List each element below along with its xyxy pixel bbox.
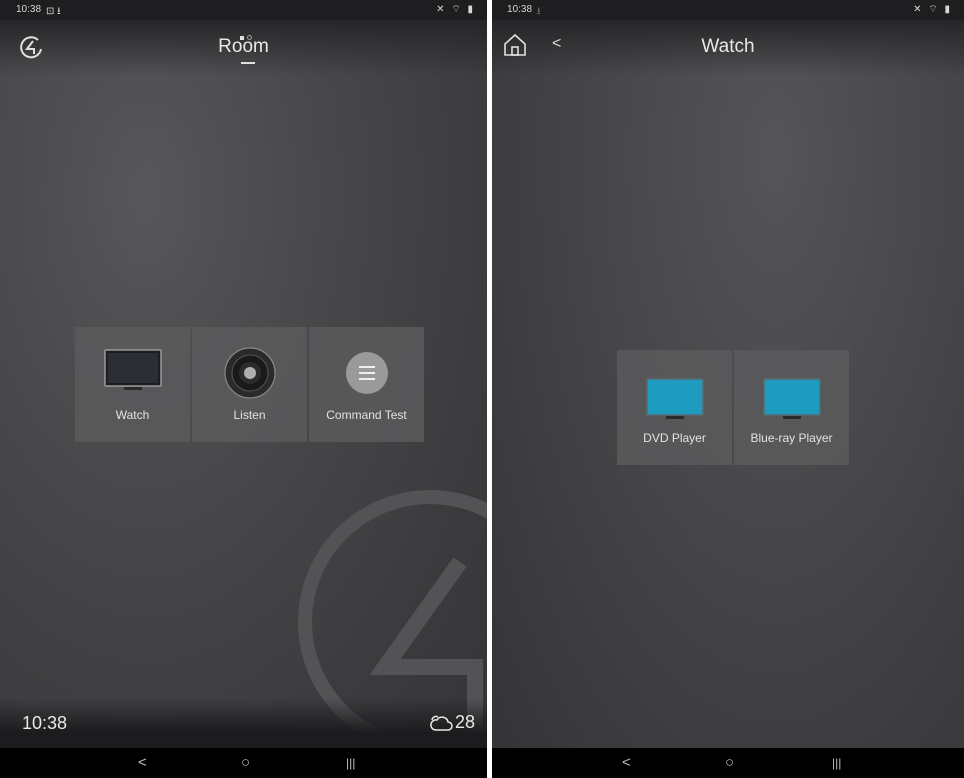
tv-icon bbox=[645, 378, 704, 419]
nav-home-button[interactable]: ○ bbox=[725, 754, 734, 771]
tv-icon bbox=[103, 349, 162, 390]
nav-recents-button[interactable]: ||| bbox=[832, 756, 841, 770]
system-nav-bar: < ○ ||| bbox=[0, 748, 487, 778]
status-bar: 10:38 ⭳ ✕ ⌔ ▮ bbox=[492, 0, 964, 20]
status-time: 10:38 bbox=[507, 4, 533, 15]
cloud-icon bbox=[430, 715, 453, 731]
clock: 10:38 bbox=[22, 713, 68, 733]
watch-tile[interactable]: Watch bbox=[75, 327, 190, 442]
tv-icon bbox=[762, 378, 821, 419]
status-bar: 10:38 ⊡ ⭳ ✕ ⌔ ▮ bbox=[0, 0, 487, 20]
nav-back-button[interactable]: < bbox=[622, 754, 631, 771]
blue-ray-player-tile[interactable]: Blue-ray Player bbox=[734, 350, 849, 465]
status-notification-icons: ⭳ bbox=[537, 6, 541, 17]
nav-back-button[interactable]: < bbox=[138, 754, 147, 771]
nav-recents-button[interactable]: ||| bbox=[346, 756, 355, 770]
speaker-icon bbox=[223, 347, 276, 399]
weather-temperature: 28 bbox=[454, 712, 475, 732]
status-time: 10:38 bbox=[16, 4, 42, 15]
tile-label: Blue-ray Player bbox=[750, 431, 833, 445]
nav-home-button[interactable]: ○ bbox=[241, 754, 250, 771]
listen-tile[interactable]: Listen bbox=[192, 327, 307, 442]
page-title: Room bbox=[218, 36, 269, 57]
watch-screen: 10:38 ⭳ ✕ ⌔ ▮ < Watch DVD Player Blue-ra… bbox=[492, 0, 964, 778]
status-system-icons: ✕ ⌔ ▮ bbox=[913, 4, 952, 15]
system-nav-bar: < ○ ||| bbox=[492, 748, 964, 778]
page-title: Watch bbox=[701, 36, 755, 57]
status-notification-icons: ⊡ ⭳ bbox=[46, 6, 61, 17]
tile-label: Listen bbox=[233, 408, 266, 422]
dvd-player-tile[interactable]: DVD Player bbox=[617, 350, 732, 465]
page-indicator bbox=[240, 27, 256, 40]
command-test-tile[interactable]: Command Test bbox=[309, 327, 424, 442]
tile-label: DVD Player bbox=[643, 431, 706, 445]
weather-widget[interactable]: 28 bbox=[429, 712, 475, 733]
bottom-bar bbox=[0, 698, 487, 748]
tile-label: Command Test bbox=[326, 408, 407, 422]
tile-label: Watch bbox=[115, 408, 150, 422]
status-system-icons: ✕ ⌔ ▮ bbox=[436, 4, 475, 15]
room-screen: 10:38 ⊡ ⭳ ✕ ⌔ ▮ Room Watch Listen Comman… bbox=[0, 0, 487, 778]
watch-tiles: DVD Player Blue-ray Player bbox=[617, 350, 849, 465]
list-icon bbox=[345, 352, 388, 394]
room-tiles: Watch Listen Command Test bbox=[75, 327, 424, 442]
title-underline bbox=[241, 62, 255, 64]
